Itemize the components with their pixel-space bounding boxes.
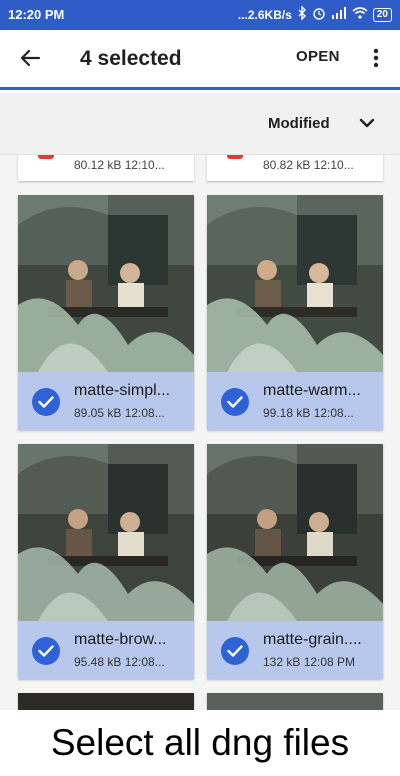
file-card-partial[interactable]: 80.82 kB 12:10... — [207, 155, 383, 181]
sort-toggle-button[interactable] — [352, 109, 382, 139]
signal-icon — [331, 7, 347, 22]
file-meta: 95.48 kB 12:08... — [74, 655, 165, 669]
file-card-partial[interactable]: 80.12 kB 12:10... — [18, 155, 194, 181]
sort-label[interactable]: Modified — [268, 115, 330, 132]
caption-text: Select all dng files — [0, 710, 400, 776]
checkmark-icon[interactable] — [32, 637, 60, 665]
file-meta: 99.18 kB 12:08... — [263, 406, 354, 420]
file-name: matte-grain.... — [263, 631, 362, 648]
arrow-left-icon — [19, 47, 41, 74]
file-type-icon — [38, 155, 54, 159]
status-indicators: ...2.6KB/s 20 — [237, 5, 392, 23]
file-name: matte-brow... — [74, 631, 167, 648]
file-thumbnail — [207, 195, 383, 372]
file-thumbnail — [18, 444, 194, 621]
back-button[interactable] — [12, 42, 48, 78]
file-card-footer: matte-simpl... 89.05 kB 12:08... — [18, 372, 194, 430]
file-card[interactable]: matte-brow... 95.48 kB 12:08... — [18, 444, 194, 679]
alarm-icon — [312, 6, 326, 23]
file-type-icon — [227, 155, 243, 159]
file-meta: 89.05 kB 12:08... — [74, 406, 165, 420]
checkmark-icon[interactable] — [221, 388, 249, 416]
chevron-down-icon — [359, 115, 375, 133]
checkmark-icon[interactable] — [32, 388, 60, 416]
file-name: matte-simpl... — [74, 382, 171, 399]
network-speed: ...2.6KB/s — [237, 7, 292, 22]
file-meta: 80.12 kB 12:10... — [74, 158, 165, 172]
file-card[interactable]: matte-simpl... 89.05 kB 12:08... — [18, 195, 194, 430]
file-card-footer: matte-warm... 99.18 kB 12:08... — [207, 372, 383, 430]
file-card-partial[interactable] — [18, 693, 194, 710]
file-card[interactable]: matte-warm... 99.18 kB 12:08... — [207, 195, 383, 430]
file-card-partial[interactable] — [207, 693, 383, 710]
more-options-button[interactable] — [360, 42, 392, 78]
status-bar: 12:20 PM ...2.6KB/s 20 — [0, 0, 400, 30]
file-card-footer: matte-grain.... 132 kB 12:08 PM — [207, 621, 383, 679]
file-name: matte-warm... — [263, 382, 361, 399]
file-card[interactable]: matte-grain.... 132 kB 12:08 PM — [207, 444, 383, 679]
battery-indicator: 20 — [372, 7, 392, 22]
file-grid[interactable]: 80.12 kB 12:10... 80.82 kB 12:10... matt… — [0, 155, 400, 710]
more-vert-icon — [373, 47, 379, 74]
file-thumbnail — [18, 195, 194, 372]
file-meta: 132 kB 12:08 PM — [263, 655, 356, 669]
file-thumbnail — [207, 444, 383, 621]
checkmark-icon[interactable] — [221, 637, 249, 665]
bluetooth-icon — [297, 5, 307, 23]
file-card-footer: matte-brow... 95.48 kB 12:08... — [18, 621, 194, 679]
status-time: 12:20 PM — [8, 7, 65, 22]
sort-bar: Modified — [0, 93, 400, 155]
wifi-icon — [352, 7, 368, 22]
file-meta: 80.82 kB 12:10... — [263, 158, 354, 172]
app-bar: 4 selected OPEN — [0, 30, 400, 90]
open-button[interactable]: OPEN — [296, 48, 340, 65]
selection-title: 4 selected — [80, 47, 182, 70]
